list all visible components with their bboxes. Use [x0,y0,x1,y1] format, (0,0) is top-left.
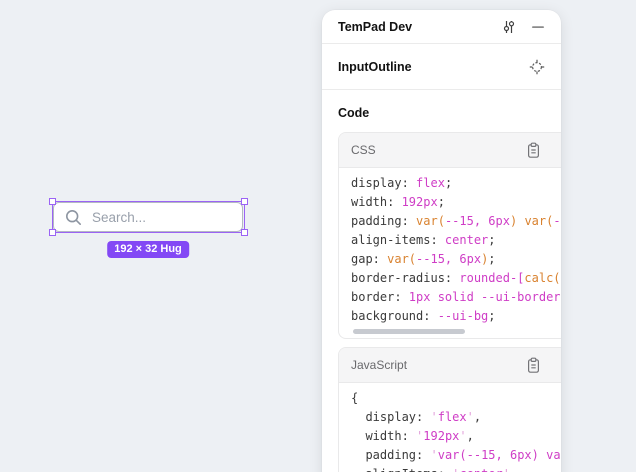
panel-header: TemPad Dev [322,10,561,44]
panel-title: TemPad Dev [338,20,501,34]
javascript-code-body: { display: 'flex', width: '192px', paddi… [339,383,561,472]
crosshair-locate-icon[interactable] [529,59,545,75]
search-placeholder-text: Search... [92,210,146,225]
minimize-icon[interactable] [531,20,545,34]
javascript-block-header[interactable]: JavaScript [339,348,561,383]
code-section-title: Code [322,90,561,132]
component-name: InputOutline [338,60,529,74]
css-block-header[interactable]: CSS [339,133,561,168]
javascript-block-label: JavaScript [351,358,526,372]
css-code-block: CSS display: flex;width: 192px;padding: … [338,132,561,339]
sliders-icon[interactable] [501,19,517,35]
magnifier-icon [64,208,83,227]
clipboard-copy-icon[interactable] [526,142,541,159]
javascript-code-lines: { display: 'flex', width: '192px', paddi… [351,389,561,472]
search-input-component[interactable]: Search... [53,202,243,232]
css-block-label: CSS [351,143,526,157]
tempad-dev-panel: TemPad Dev InputOutline [322,10,561,472]
selected-component-row: InputOutline [322,44,561,90]
selection-size-badge: 192 × 32 Hug [107,241,189,258]
selection-handle-bottom-right[interactable] [241,229,248,236]
javascript-code-block: JavaScript { display: 'flex', width: '19… [338,347,561,472]
horizontal-scrollbar[interactable] [353,329,465,334]
css-code-body: display: flex;width: 192px;padding: var(… [339,168,561,338]
css-code-lines: display: flex;width: 192px;padding: var(… [351,174,561,326]
clipboard-copy-icon[interactable] [526,357,541,374]
